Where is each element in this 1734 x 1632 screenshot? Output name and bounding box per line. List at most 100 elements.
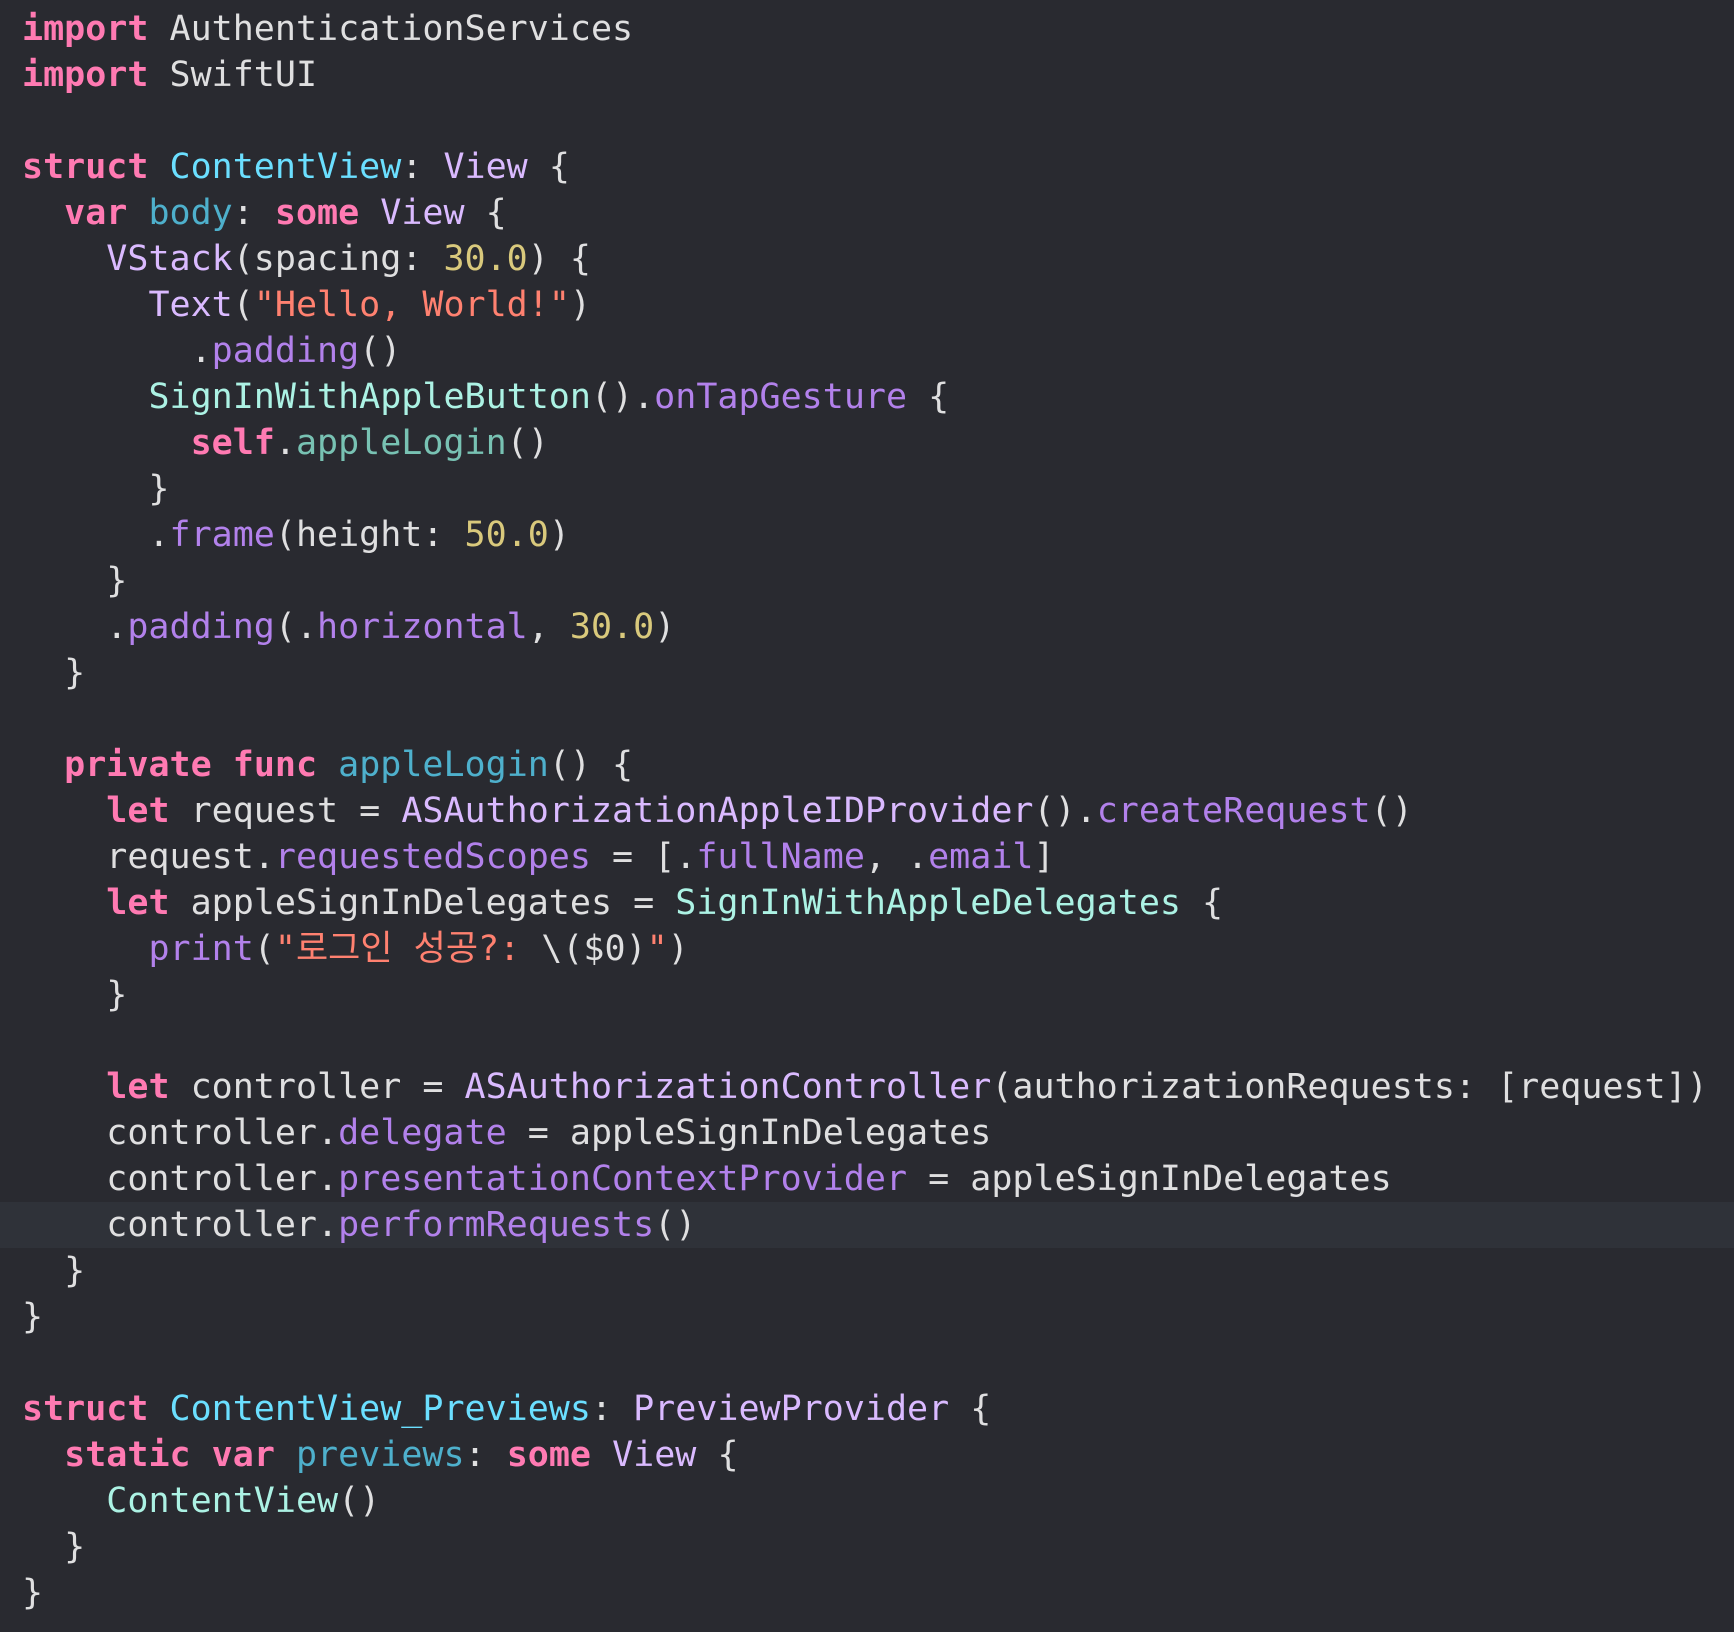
code-token: delegate (338, 1113, 507, 1153)
code-token: PreviewProvider (633, 1389, 950, 1429)
code-line[interactable]: let request = ASAuthorizationAppleIDProv… (0, 788, 1734, 834)
code-token: var (64, 193, 128, 233)
code-line[interactable]: let controller = ASAuthorizationControll… (0, 1064, 1734, 1110)
code-line[interactable]: private func appleLogin() { (0, 742, 1734, 788)
code-line[interactable]: ​ (0, 98, 1734, 144)
code-token: self (190, 423, 275, 463)
code-token: () (1370, 791, 1413, 831)
code-token: () (359, 331, 402, 371)
code-line-current[interactable]: controller.performRequests() (0, 1202, 1734, 1248)
code-line[interactable]: ​ (0, 1018, 1734, 1064)
code-token: " (646, 929, 668, 969)
code-token: () (506, 423, 549, 463)
code-token: var (211, 1435, 275, 1475)
code-line[interactable]: } (0, 1524, 1734, 1570)
code-token: some (506, 1435, 591, 1475)
code-token: View (380, 193, 465, 233)
code-token: . (22, 515, 170, 555)
code-line[interactable]: import SwiftUI (0, 52, 1734, 98)
code-token: } (22, 1573, 44, 1613)
code-line[interactable]: struct ContentView_Previews: PreviewProv… (0, 1386, 1734, 1432)
code-line[interactable]: .padding(.horizontal, 30.0) (0, 604, 1734, 650)
code-token: let (106, 791, 170, 831)
code-token: (). (1033, 791, 1097, 831)
code-token: let (106, 883, 170, 923)
code-token: ContentView (169, 147, 402, 187)
code-line[interactable]: .frame(height: 50.0) (0, 512, 1734, 558)
code-token: () (338, 1481, 381, 1521)
code-line[interactable]: Text("Hello, World!") (0, 282, 1734, 328)
code-line[interactable]: print("로그인 성공?: \($0)") (0, 926, 1734, 972)
code-line[interactable]: request.requestedScopes = [.fullName, .e… (0, 834, 1734, 880)
code-token: = appleSignInDelegates (506, 1113, 992, 1153)
code-token: { (696, 1435, 739, 1475)
code-line[interactable]: } (0, 1570, 1734, 1616)
code-token: createRequest (1096, 791, 1371, 831)
code-token: (authorizationRequests: [request]) (991, 1067, 1708, 1107)
code-token: } (22, 469, 170, 509)
code-token: private (64, 745, 212, 785)
code-token: () (654, 1205, 697, 1245)
code-token: ( (232, 285, 254, 325)
code-token: controller. (22, 1113, 339, 1153)
code-token: : (401, 147, 444, 187)
code-line[interactable]: .padding() (0, 328, 1734, 374)
code-line[interactable]: ContentView() (0, 1478, 1734, 1524)
code-token: 30.0 (443, 239, 528, 279)
code-line[interactable]: controller.delegate = appleSignInDelegat… (0, 1110, 1734, 1156)
code-token: let (106, 1067, 170, 1107)
code-editor[interactable]: import AuthenticationServices import Swif… (0, 0, 1734, 1632)
code-line[interactable]: ​ (0, 1340, 1734, 1386)
code-token: View (612, 1435, 697, 1475)
code-line[interactable]: VStack(spacing: 30.0) { (0, 236, 1734, 282)
code-token: email (928, 837, 1034, 877)
code-line[interactable]: let appleSignInDelegates = SignInWithApp… (0, 880, 1734, 926)
code-line[interactable]: var body: some View { (0, 190, 1734, 236)
code-lines[interactable]: import AuthenticationServices import Swif… (0, 6, 1734, 1616)
code-token: frame (169, 515, 275, 555)
code-line[interactable]: } (0, 1248, 1734, 1294)
code-line[interactable]: self.appleLogin() (0, 420, 1734, 466)
code-line[interactable]: } (0, 972, 1734, 1018)
code-line[interactable]: import AuthenticationServices (0, 6, 1734, 52)
code-line[interactable]: static var previews: some View { (0, 1432, 1734, 1478)
code-token: request. (22, 837, 275, 877)
code-token: request = (169, 791, 402, 831)
code-line[interactable]: } (0, 558, 1734, 604)
code-line[interactable]: ​ (0, 696, 1734, 742)
code-token: padding (127, 607, 275, 647)
code-line[interactable]: struct ContentView: View { (0, 144, 1734, 190)
code-token: View (443, 147, 528, 187)
code-token: fullName (696, 837, 865, 877)
code-line[interactable]: } (0, 1294, 1734, 1340)
code-token: } (22, 975, 128, 1015)
code-token: ) (569, 285, 591, 325)
code-token: { (949, 1389, 992, 1429)
code-token: = appleSignInDelegates (907, 1159, 1392, 1199)
code-token: , (527, 607, 570, 647)
code-token: } (22, 1297, 44, 1337)
code-line[interactable]: SignInWithAppleButton().onTapGesture { (0, 374, 1734, 420)
code-token: horizontal (317, 607, 528, 647)
code-token: previews (295, 1435, 465, 1475)
code-token: body (148, 193, 233, 233)
code-token: { (464, 193, 507, 233)
code-token: appleLogin (338, 745, 549, 785)
code-token: func (232, 745, 318, 785)
code-line[interactable]: controller.presentationContextProvider =… (0, 1156, 1734, 1202)
code-token: SignInWithAppleDelegates (675, 883, 1181, 923)
code-token: ContentView_Previews (169, 1389, 591, 1429)
code-line[interactable]: } (0, 466, 1734, 512)
code-line[interactable]: } (0, 650, 1734, 696)
code-token: (). (590, 377, 655, 417)
